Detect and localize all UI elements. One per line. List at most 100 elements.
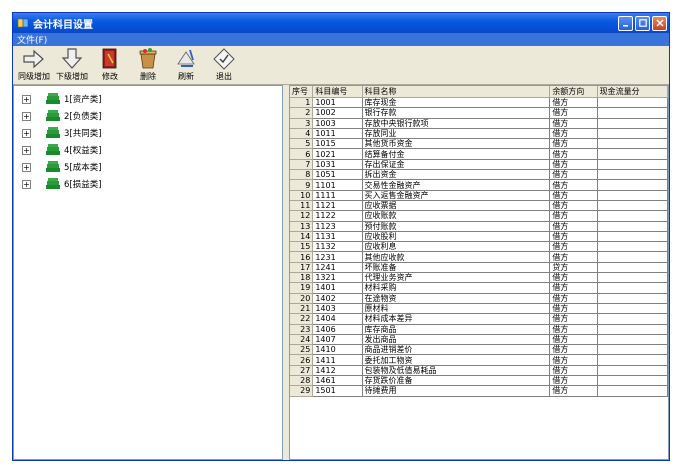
cell-index[interactable]: 27 <box>290 365 314 377</box>
cell-name[interactable]: 待摊费用 <box>362 385 551 397</box>
cell-name[interactable]: 预付账款 <box>362 221 551 232</box>
cell-name[interactable]: 银行存款 <box>362 107 551 119</box>
cell-index[interactable]: 7 <box>290 159 314 171</box>
table-row[interactable]: 26 1411 委托加工物资 借方 <box>290 354 668 366</box>
cell-cashflow[interactable] <box>597 282 668 294</box>
cell-name[interactable]: 结算备付金 <box>362 148 551 160</box>
cell-code[interactable]: 1231 <box>312 251 363 263</box>
cell-name[interactable]: 商品进销差价 <box>362 344 551 356</box>
cell-name[interactable]: 应收利息 <box>362 241 551 253</box>
cell-index[interactable]: 15 <box>290 241 314 253</box>
cell-direction[interactable]: 借方 <box>549 107 598 119</box>
expand-icon[interactable]: + <box>22 111 31 121</box>
cell-index[interactable]: 13 <box>290 221 314 232</box>
cell-code[interactable]: 1011 <box>312 128 363 140</box>
tree-node-equity[interactable]: + 4[权益类] <box>22 143 102 157</box>
table-row[interactable]: 27 1412 包装物及低值易耗品 借方 <box>290 365 668 377</box>
cell-direction[interactable]: 借方 <box>549 344 598 356</box>
table-row[interactable]: 5 1015 其他货币资金 借方 <box>290 138 668 150</box>
cell-code[interactable]: 1241 <box>312 262 363 274</box>
cell-cashflow[interactable] <box>597 293 668 304</box>
cell-name[interactable]: 其他货币资金 <box>362 138 551 150</box>
cell-name[interactable]: 应收股利 <box>362 231 551 243</box>
maximize-button[interactable] <box>635 15 650 31</box>
cell-name[interactable]: 存货跌价准备 <box>362 375 551 387</box>
cell-cashflow[interactable] <box>597 365 668 377</box>
cell-direction[interactable]: 借方 <box>549 282 598 294</box>
cell-code[interactable]: 1003 <box>312 118 363 129</box>
cell-code[interactable]: 1031 <box>312 159 363 171</box>
cell-name[interactable]: 材料采购 <box>362 282 551 294</box>
expand-icon[interactable]: + <box>22 94 31 104</box>
tree-node-assets[interactable]: + 1[资产类] <box>22 92 102 106</box>
cell-index[interactable]: 12 <box>290 210 314 222</box>
cell-index[interactable]: 17 <box>290 262 314 274</box>
cell-index[interactable]: 4 <box>290 128 314 140</box>
cell-cashflow[interactable] <box>597 272 668 284</box>
cell-cashflow[interactable] <box>597 128 668 140</box>
cell-direction[interactable]: 借方 <box>549 365 598 377</box>
cell-code[interactable]: 1401 <box>312 282 363 294</box>
cell-direction[interactable]: 借方 <box>549 221 598 232</box>
header-name[interactable]: 科目名称 <box>362 86 551 98</box>
cell-code[interactable]: 1111 <box>312 190 363 201</box>
table-row[interactable]: 17 1241 坏账准备 贷方 <box>290 262 668 274</box>
table-row[interactable]: 4 1011 存放同业 借方 <box>290 128 668 140</box>
cell-code[interactable]: 1407 <box>312 334 363 346</box>
tree-node-cost[interactable]: + 5[成本类] <box>22 160 102 174</box>
cell-index[interactable]: 18 <box>290 272 314 284</box>
cell-name[interactable]: 包装物及低值易耗品 <box>362 365 551 377</box>
cell-name[interactable]: 库存现金 <box>362 97 551 109</box>
cell-direction[interactable]: 借方 <box>549 334 598 346</box>
cell-name[interactable]: 存放同业 <box>362 128 551 140</box>
cell-name[interactable]: 委托加工物资 <box>362 354 551 366</box>
cell-code[interactable]: 1403 <box>312 303 363 315</box>
cell-index[interactable]: 6 <box>290 148 314 160</box>
cell-direction[interactable]: 借方 <box>549 138 598 150</box>
expand-icon[interactable]: + <box>22 145 31 155</box>
cell-direction[interactable]: 借方 <box>549 190 598 201</box>
cell-cashflow[interactable] <box>597 385 668 397</box>
cell-direction[interactable]: 借方 <box>549 375 598 387</box>
cell-code[interactable]: 1406 <box>312 324 363 335</box>
cell-cashflow[interactable] <box>597 179 668 191</box>
table-row[interactable]: 1 1001 库存现金 借方 <box>290 97 668 109</box>
cell-cashflow[interactable] <box>597 241 668 253</box>
cell-name[interactable]: 应收票据 <box>362 200 551 212</box>
cell-code[interactable]: 1404 <box>312 313 363 325</box>
cell-cashflow[interactable] <box>597 231 668 243</box>
cell-direction[interactable]: 借方 <box>549 385 598 397</box>
cell-cashflow[interactable] <box>597 262 668 274</box>
cell-index[interactable]: 28 <box>290 375 314 387</box>
table-row[interactable]: 25 1410 商品进销差价 借方 <box>290 344 668 356</box>
cell-index[interactable]: 3 <box>290 118 314 129</box>
exit-button[interactable]: 退出 <box>205 46 243 84</box>
cell-direction[interactable]: 借方 <box>549 118 598 129</box>
cell-cashflow[interactable] <box>597 148 668 160</box>
cell-index[interactable]: 10 <box>290 190 314 201</box>
cell-index[interactable]: 25 <box>290 344 314 356</box>
cell-cashflow[interactable] <box>597 190 668 201</box>
account-grid[interactable]: 序号 科目编号 科目名称 余额方向 现金流量分 1 1001 库存现金 借方 2 1002… <box>289 85 669 460</box>
cell-direction[interactable]: 借方 <box>549 313 598 325</box>
cell-index[interactable]: 8 <box>290 169 314 181</box>
cell-direction[interactable]: 借方 <box>549 169 598 181</box>
menu-file[interactable]: 文件(F) <box>17 33 47 46</box>
expand-icon[interactable]: + <box>22 162 31 172</box>
cell-name[interactable]: 在途物资 <box>362 293 551 304</box>
cell-index[interactable]: 1 <box>290 97 314 109</box>
add-sibling-button[interactable]: 同级增加 <box>15 46 53 84</box>
expand-icon[interactable]: + <box>22 179 31 189</box>
add-child-button[interactable]: 下级增加 <box>53 46 91 84</box>
cell-index[interactable]: 23 <box>290 324 314 335</box>
cell-cashflow[interactable] <box>597 169 668 181</box>
cell-cashflow[interactable] <box>597 313 668 325</box>
cell-direction[interactable]: 借方 <box>549 159 598 171</box>
cell-index[interactable]: 5 <box>290 138 314 150</box>
expand-icon[interactable]: + <box>22 128 31 138</box>
cell-direction[interactable]: 借方 <box>549 251 598 263</box>
table-row[interactable]: 19 1401 材料采购 借方 <box>290 282 668 294</box>
cell-index[interactable]: 16 <box>290 251 314 263</box>
table-row[interactable]: 6 1021 结算备付金 借方 <box>290 148 668 160</box>
cell-cashflow[interactable] <box>597 354 668 366</box>
